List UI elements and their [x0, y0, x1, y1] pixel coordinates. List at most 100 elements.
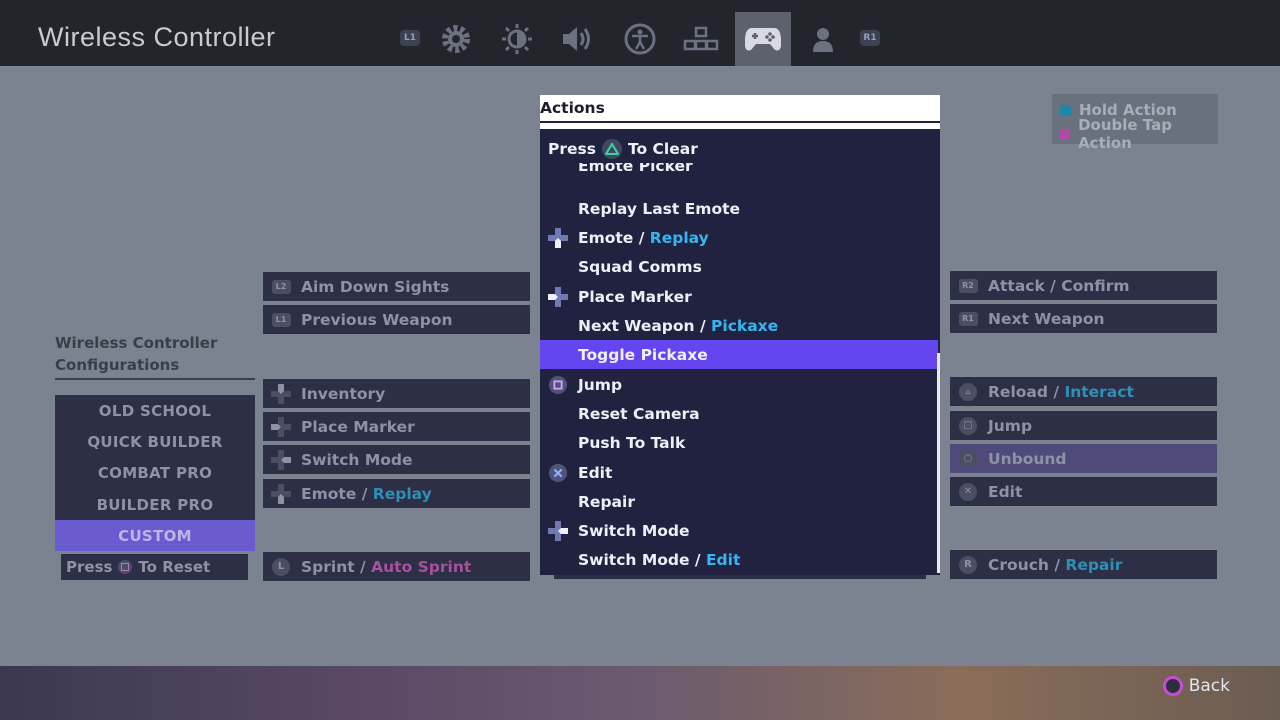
- binding-triangle-hold: Interact: [1064, 382, 1134, 401]
- triangle-button-icon: ▵: [958, 382, 978, 402]
- action-switch-mode-edit[interactable]: Switch Mode / Edit: [540, 545, 938, 574]
- binding-dpad-down[interactable]: Emote / Replay: [263, 479, 530, 508]
- action-label: Squad Comms: [578, 257, 702, 276]
- binding-r2-action: Attack / Confirm: [988, 276, 1130, 295]
- legend-double-tap-swatch: [1060, 128, 1071, 140]
- binding-triangle[interactable]: ▵ Reload / Interact: [950, 377, 1217, 406]
- circle-button-icon: ○: [958, 449, 978, 469]
- configurations-list: OLD SCHOOL QUICK BUILDER COMBAT PRO BUIL…: [55, 395, 255, 552]
- binding-l1[interactable]: L1 Previous Weapon: [263, 305, 530, 334]
- action-alt-label: Edit: [705, 550, 741, 569]
- action-push-to-talk[interactable]: Push To Talk: [540, 428, 938, 457]
- tab-account[interactable]: [795, 12, 851, 66]
- config-old-school[interactable]: OLD SCHOOL: [55, 395, 255, 426]
- binding-dpad-up[interactable]: Inventory: [263, 379, 530, 408]
- gear-icon: [442, 25, 470, 53]
- tab-controller[interactable]: [735, 12, 791, 66]
- binding-cross-action: Edit: [988, 482, 1023, 501]
- action-alt-label: Replay: [649, 228, 709, 247]
- actions-list: Emote Picker Replay Last Emote Emote / R…: [540, 163, 940, 575]
- config-quick-builder[interactable]: QUICK BUILDER: [55, 426, 255, 457]
- action-label: Toggle Pickaxe: [578, 345, 708, 364]
- action-label: Reset Camera: [578, 404, 700, 423]
- actions-scrollbar[interactable]: [937, 353, 940, 573]
- l1-bumper-hint: L1: [400, 30, 420, 46]
- binding-r1[interactable]: R1 Next Weapon: [950, 304, 1217, 333]
- binding-l3[interactable]: L Sprint / Auto Sprint: [263, 552, 530, 581]
- r3-stick-icon: R: [958, 555, 978, 575]
- action-label: Emote /: [578, 228, 645, 247]
- action-emote-picker[interactable]: Emote Picker: [540, 163, 938, 185]
- binding-circle[interactable]: ○ Unbound: [950, 444, 1217, 473]
- clear-hint: Press To Clear: [548, 139, 698, 159]
- binding-r1-action: Next Weapon: [988, 309, 1105, 328]
- binding-cross[interactable]: ✕ Edit: [950, 477, 1217, 506]
- dpad-up-icon: [271, 383, 291, 404]
- back-label: Back: [1188, 676, 1230, 696]
- square-button-icon: [118, 560, 133, 574]
- binding-dpad-down-action: Emote /: [301, 484, 368, 503]
- action-alt-label: Pickaxe: [711, 316, 779, 335]
- dpad-left-icon: [271, 416, 291, 437]
- action-label: Next Weapon /: [578, 316, 706, 335]
- tab-accessibility[interactable]: [612, 12, 668, 66]
- r1-bumper-hint: R1: [860, 30, 880, 46]
- binding-dpad-right-action: Switch Mode: [301, 450, 413, 469]
- reset-hint[interactable]: Press To Reset: [61, 554, 248, 580]
- action-label: Jump: [578, 375, 623, 394]
- tab-hud[interactable]: [673, 12, 729, 66]
- binding-r3-action: Crouch /: [988, 555, 1060, 574]
- binding-dpad-left[interactable]: Place Marker: [263, 412, 530, 441]
- page-title: Wireless Controller: [38, 22, 276, 52]
- clear-press-label: Press: [548, 140, 596, 158]
- config-custom[interactable]: CUSTOM: [55, 520, 255, 552]
- action-next-weapon-pickaxe[interactable]: Next Weapon / Pickaxe: [540, 311, 938, 340]
- tab-audio[interactable]: [550, 12, 606, 66]
- configurations-heading: Wireless Controller Configurations: [55, 332, 255, 380]
- r1-button-icon: R1: [958, 309, 978, 329]
- action-label: Emote Picker: [578, 163, 693, 175]
- dpad-left-icon: [548, 287, 568, 307]
- action-switch-mode[interactable]: Switch Mode: [540, 516, 938, 545]
- action-edit[interactable]: Edit: [540, 458, 938, 487]
- back-button[interactable]: Back: [1162, 676, 1230, 696]
- legend-double-tap: Double Tap Action: [1052, 116, 1218, 152]
- dpad-right-icon: [271, 449, 291, 470]
- binding-square-action: Jump: [988, 416, 1033, 435]
- binding-l2-action: Aim Down Sights: [301, 277, 450, 296]
- action-replay-last-emote[interactable]: Replay Last Emote: [540, 194, 938, 223]
- config-builder-pro[interactable]: BUILDER PRO: [55, 489, 255, 520]
- action-emote-replay[interactable]: Emote / Replay: [540, 223, 938, 252]
- action-label: Push To Talk: [578, 433, 686, 452]
- binding-r2[interactable]: R2 Attack / Confirm: [950, 271, 1217, 300]
- account-icon: [813, 28, 833, 52]
- binding-dpad-right[interactable]: Switch Mode: [263, 445, 530, 474]
- config-combat-pro[interactable]: COMBAT PRO: [55, 458, 255, 489]
- binding-square[interactable]: □ Jump: [950, 411, 1217, 440]
- action-repair[interactable]: Repair: [540, 487, 938, 516]
- binding-r3[interactable]: R Crouch / Repair: [950, 550, 1217, 579]
- tab-game-settings[interactable]: [428, 12, 484, 66]
- square-button-icon: □: [958, 416, 978, 436]
- gamepad-icon: [745, 28, 781, 51]
- binding-l2[interactable]: L2 Aim Down Sights: [263, 272, 530, 301]
- reset-label: To Reset: [138, 558, 211, 576]
- action-jump[interactable]: Jump: [540, 370, 938, 399]
- dpad-right-icon: [548, 521, 568, 541]
- hud-icon: [683, 26, 719, 51]
- binding-dpad-left-action: Place Marker: [301, 417, 415, 436]
- triangle-button-icon: [601, 139, 622, 159]
- action-place-marker[interactable]: Place Marker: [540, 282, 938, 311]
- action-squad-comms[interactable]: Squad Comms: [540, 252, 938, 281]
- action-label: Switch Mode /: [578, 550, 701, 569]
- binding-l3-action: Sprint /: [301, 557, 366, 576]
- action-toggle-pickaxe[interactable]: Toggle Pickaxe: [540, 340, 938, 369]
- square-button-icon: [548, 375, 568, 395]
- action-reset-camera[interactable]: Reset Camera: [540, 399, 938, 428]
- top-bar: Wireless Controller L1 R1: [0, 0, 1280, 66]
- speaker-icon: [563, 27, 590, 51]
- action-legend: Hold Action Double Tap Action: [1052, 94, 1218, 152]
- cross-button-icon: [548, 463, 568, 483]
- legend-hold-swatch: [1060, 104, 1071, 116]
- tab-video[interactable]: [489, 12, 545, 66]
